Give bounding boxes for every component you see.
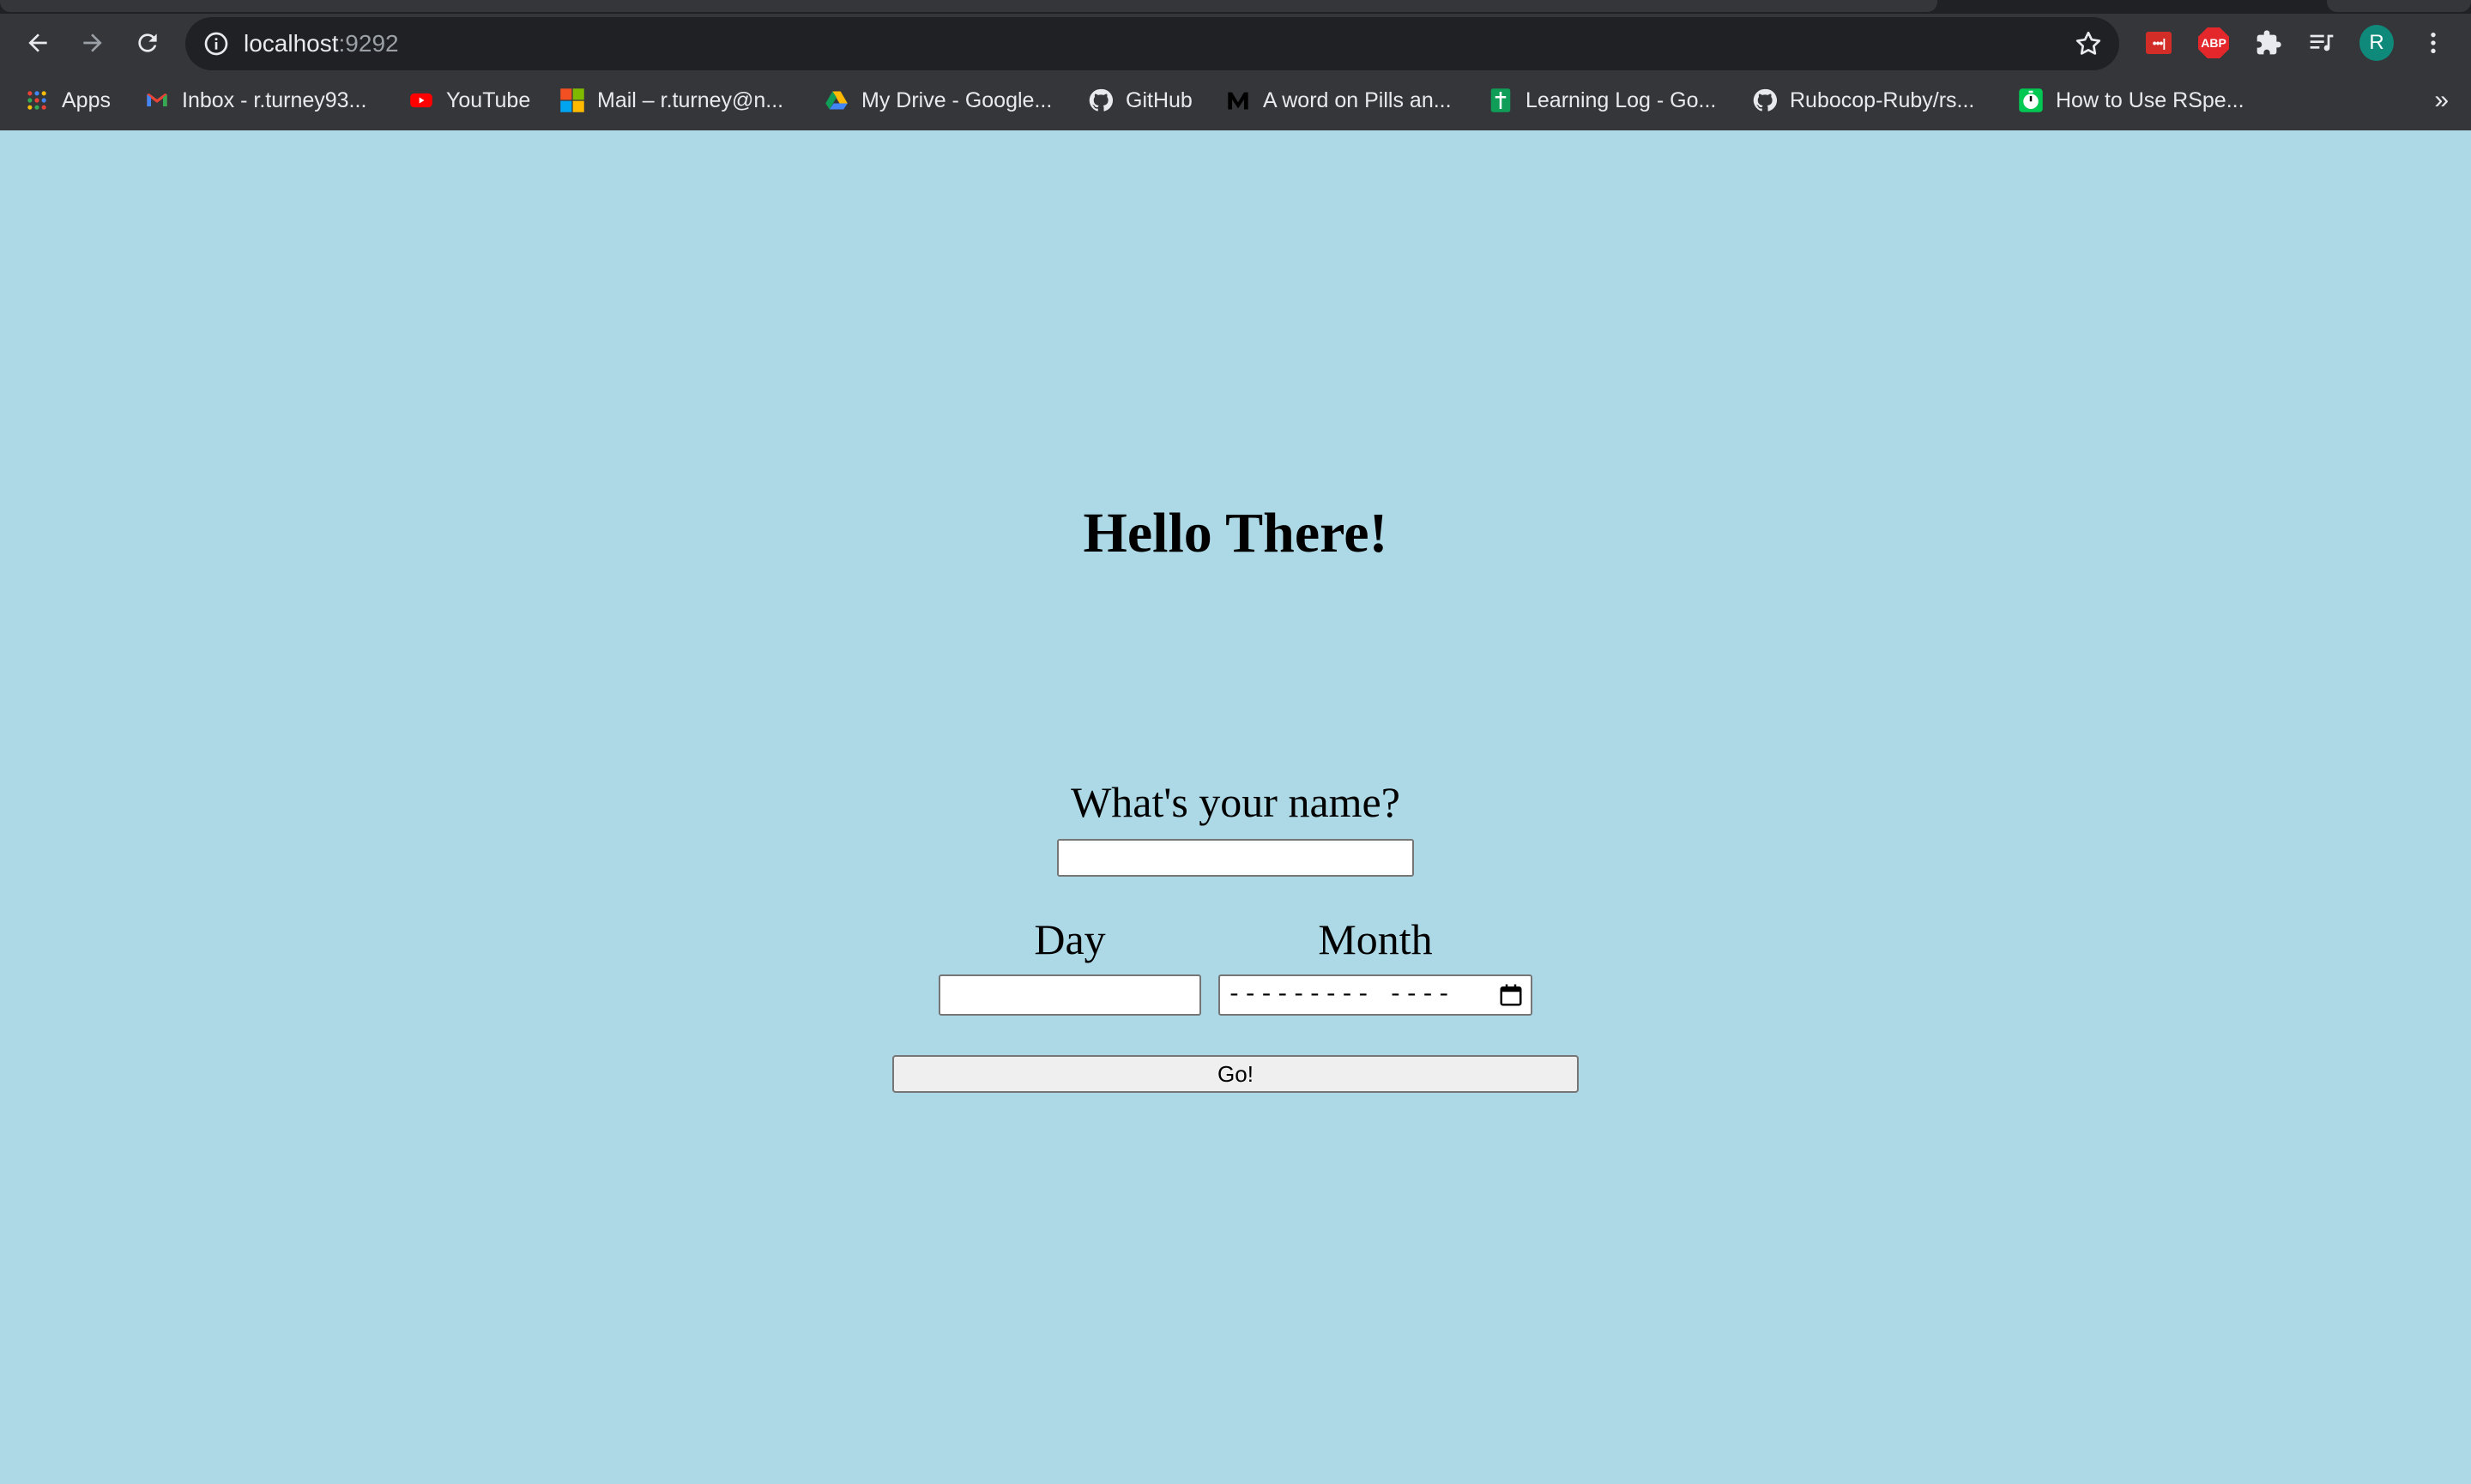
day-label: Day — [1034, 915, 1106, 963]
media-controls-button[interactable] — [2305, 26, 2339, 60]
bookmark-label: Mail – r.turney@n... — [597, 87, 784, 112]
info-icon[interactable] — [202, 30, 230, 57]
browser-toolbar: localhost:9292 •••| ABP R — [0, 14, 2471, 72]
bookmark-outlook-mail[interactable]: Mail – r.turney@n... — [559, 72, 783, 129]
puzzle-piece-icon — [2257, 30, 2281, 55]
kebab-menu-icon — [2431, 33, 2436, 53]
adblock-extension-button[interactable]: ABP — [2196, 26, 2231, 60]
url-port: :9292 — [338, 30, 399, 57]
bookmark-label: YouTube — [446, 87, 531, 112]
bookmark-apps[interactable]: Apps — [24, 72, 111, 129]
bookmark-label: My Drive - Google... — [861, 87, 1053, 112]
tab[interactable] — [2327, 0, 2471, 12]
forward-arrow-icon — [83, 33, 102, 52]
google-sheets-icon — [1488, 87, 1513, 113]
bookmark-medium-article[interactable]: A word on Pills an... — [1225, 72, 1452, 129]
extensions-button[interactable] — [2251, 26, 2286, 60]
name-label: What's your name? — [1071, 778, 1400, 826]
bookmark-google-drive[interactable]: My Drive - Google... — [824, 72, 1052, 129]
bookmark-label: Inbox - r.turney93... — [182, 87, 367, 112]
bookmark-youtube[interactable]: YouTube — [408, 72, 530, 129]
reload-button[interactable] — [130, 26, 165, 60]
day-input[interactable] — [939, 974, 1201, 1016]
address-bar[interactable]: localhost:9292 — [185, 17, 2119, 70]
browser-menu-button[interactable] — [2416, 26, 2450, 60]
bookmarks-overflow-button[interactable]: » — [2434, 72, 2449, 129]
microsoft-icon — [559, 87, 585, 113]
browser-chrome: localhost:9292 •••| ABP R Apps Inbox - r… — [0, 0, 2471, 130]
url-host: localhost — [244, 30, 339, 57]
bookmark-label: Rubocop-Ruby/rs... — [1790, 87, 1975, 112]
timer-icon — [2018, 87, 2044, 113]
lastpass-icon: •••| — [2146, 32, 2172, 54]
github-icon — [1752, 87, 1778, 113]
bookmark-label: How to Use RSpe... — [2056, 87, 2244, 112]
bookmark-learning-log[interactable]: Learning Log - Go... — [1488, 72, 1716, 129]
profile-button[interactable]: R — [2359, 25, 2394, 61]
bookmarks-bar: Apps Inbox - r.turney93... YouTube Mail … — [0, 72, 2471, 129]
page-content: Hello There! What's your name? Day Month… — [0, 130, 2471, 1484]
bookmark-label: Learning Log - Go... — [1525, 87, 1717, 112]
month-input[interactable]: --------- ---- — [1218, 974, 1532, 1016]
url-text[interactable]: localhost:9292 — [244, 17, 399, 70]
adblock-icon: ABP — [2198, 27, 2229, 58]
bookmark-star-icon[interactable] — [2073, 28, 2104, 59]
apps-grid-icon — [24, 87, 50, 113]
name-input[interactable] — [1057, 839, 1414, 877]
google-drive-icon — [824, 87, 849, 113]
playlist-music-icon — [2310, 34, 2334, 51]
month-label: Month — [1318, 915, 1433, 963]
go-button[interactable]: Go! — [892, 1055, 1579, 1093]
github-icon — [1088, 87, 1114, 113]
page-heading: Hello There! — [1083, 502, 1388, 564]
lastpass-extension-button[interactable]: •••| — [2142, 26, 2176, 60]
tab-strip — [0, 0, 2471, 14]
forward-button[interactable] — [76, 26, 110, 60]
back-button[interactable] — [21, 26, 55, 60]
active-tab[interactable] — [0, 0, 1937, 12]
back-arrow-icon — [28, 33, 47, 52]
bookmark-label: A word on Pills an... — [1263, 87, 1452, 112]
month-placeholder: --------- ---- — [1227, 981, 1453, 1009]
reload-icon — [138, 33, 157, 52]
bookmark-label: GitHub — [1126, 87, 1193, 112]
avatar: R — [2359, 25, 2394, 61]
bookmark-github[interactable]: GitHub — [1088, 72, 1193, 129]
gmail-icon — [144, 87, 170, 113]
bookmark-label: Apps — [62, 87, 111, 112]
bookmark-rspec-howto[interactable]: How to Use RSpe... — [2018, 72, 2244, 129]
bookmark-gmail-inbox[interactable]: Inbox - r.turney93... — [144, 72, 366, 129]
medium-icon — [1225, 87, 1251, 113]
bookmark-rubocop-rspec[interactable]: Rubocop-Ruby/rs... — [1752, 72, 1974, 129]
calendar-icon[interactable] — [1498, 982, 1524, 1008]
youtube-icon — [408, 87, 434, 113]
